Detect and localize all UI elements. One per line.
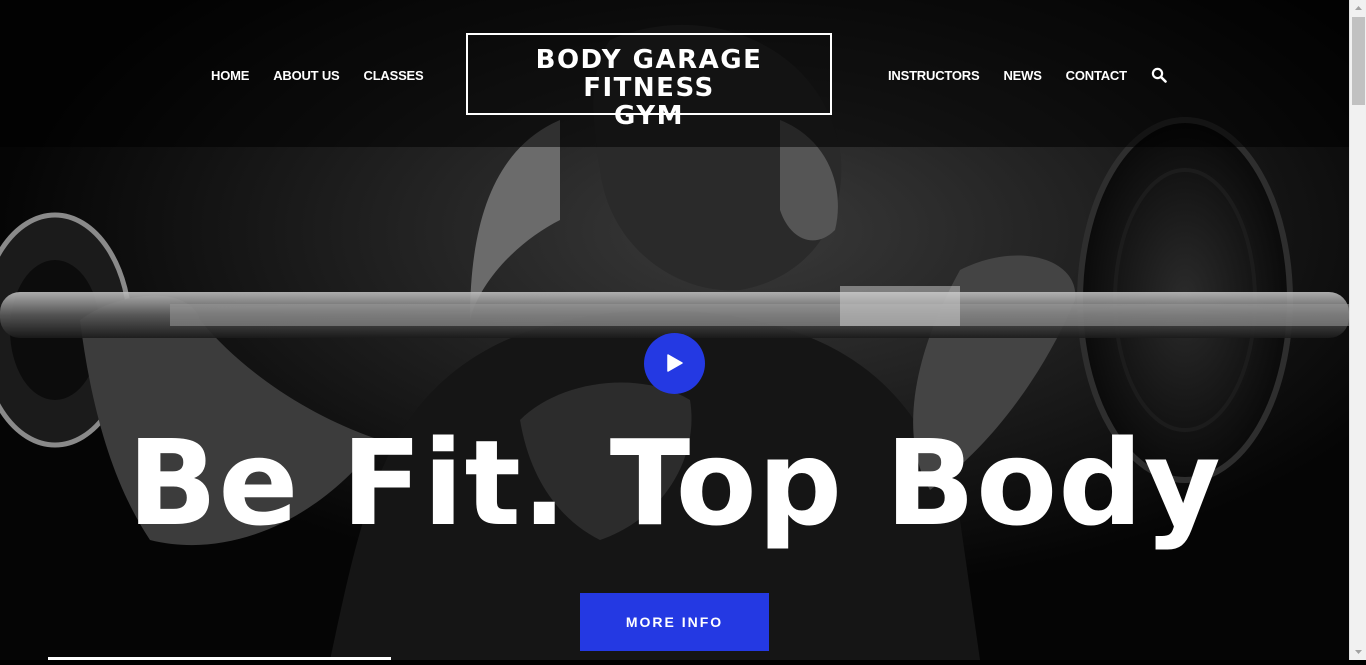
more-info-button[interactable]: MORE INFO (580, 593, 769, 651)
logo-line-1: BODY GARAGE FITNESS (535, 45, 763, 103)
nav-about-us-link[interactable]: ABOUT US (273, 68, 339, 83)
nav-contact-link[interactable]: CONTACT (1066, 68, 1127, 83)
nav-home-link[interactable]: HOME (211, 68, 249, 83)
scroll-down-arrow-icon[interactable] (1350, 643, 1366, 660)
play-icon (667, 354, 683, 372)
site-logo[interactable]: BODY GARAGE FITNESS GYM (466, 33, 832, 130)
vertical-scrollbar[interactable] (1349, 0, 1366, 660)
nav-classes-link[interactable]: CLASSES (364, 68, 424, 83)
scroll-up-arrow-icon[interactable] (1350, 0, 1366, 17)
page-viewport: HOME ABOUT US CLASSES BODY GARAGE FITNES… (0, 0, 1349, 660)
primary-nav-right: INSTRUCTORS NEWS CONTACT (888, 0, 1167, 150)
nav-news-link[interactable]: NEWS (1003, 68, 1041, 83)
logo-line-2: GYM (614, 101, 684, 131)
nav-instructors-link[interactable]: INSTRUCTORS (888, 68, 980, 83)
scrollbar-thumb[interactable] (1352, 17, 1365, 105)
primary-nav-left: HOME ABOUT US CLASSES (211, 0, 448, 150)
search-icon[interactable] (1151, 67, 1167, 83)
play-video-button[interactable] (644, 333, 705, 394)
hero-headline: Be Fit. Top Body (127, 414, 1222, 552)
